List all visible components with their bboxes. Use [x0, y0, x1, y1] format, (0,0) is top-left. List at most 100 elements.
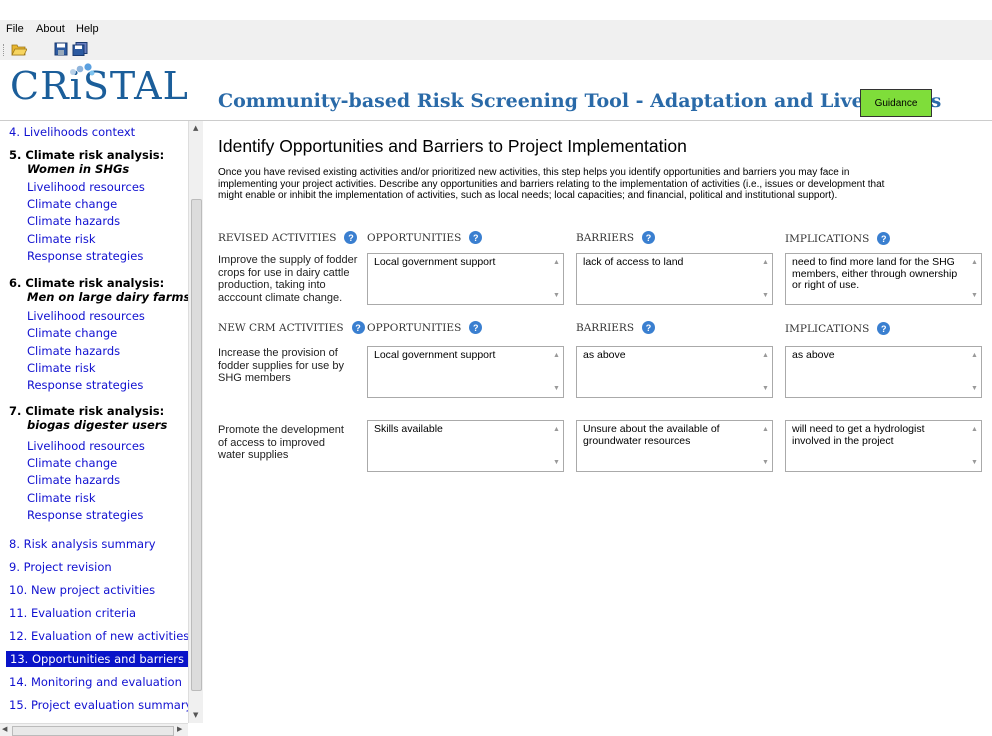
sidebar-item-risk-analysis-summary[interactable]: 8. Risk analysis summary [9, 537, 156, 551]
sidebar-item-evaluation-criteria[interactable]: 11. Evaluation criteria [9, 606, 136, 620]
opportunities-textarea[interactable]: Local government support ▲ ▼ [367, 346, 564, 398]
sidebar-item-climate-risk[interactable]: Climate risk [27, 491, 95, 505]
sidebar-item-climate-change[interactable]: Climate change [27, 456, 117, 470]
barriers-value: Unsure about the available of groundwate… [583, 423, 720, 447]
new-crm-activities-header: NEW CRM ACTIVITIES ? [218, 321, 365, 334]
implications-textarea[interactable]: as above ▲ ▼ [785, 346, 982, 398]
sidebar-horizontal-scrollbar[interactable]: ◀ ▶ [0, 723, 188, 736]
barriers-label: BARRIERS [576, 231, 635, 244]
sidebar-item-new-project-activities[interactable]: 10. New project activities [9, 583, 155, 597]
app-title: Community-based Risk Screening Tool - Ad… [218, 90, 942, 112]
implications-header: IMPLICATIONS ? [785, 232, 891, 245]
menu-about[interactable]: About [36, 23, 65, 35]
implications-label: IMPLICATIONS [785, 322, 870, 335]
sidebar-vertical-scrollbar[interactable]: ▲ ▼ [188, 121, 203, 723]
textarea-scrollbar[interactable]: ▲ ▼ [968, 254, 981, 304]
implications-header: IMPLICATIONS ? [785, 322, 891, 335]
implications-value: will need to get a hydrologist involved … [792, 423, 925, 447]
cristal-logo: CRiSTAL [10, 64, 189, 108]
sidebar-item-livelihood-resources[interactable]: Livelihood resources [27, 180, 145, 194]
textarea-scrollbar[interactable]: ▲ ▼ [759, 254, 772, 304]
sidebar-item-climate-risk[interactable]: Climate risk [27, 361, 95, 375]
sidebar-nav: 4. Livelihoods context 5. Climate risk a… [0, 121, 189, 721]
help-icon[interactable]: ? [469, 321, 483, 334]
sidebar-item-response-strategies[interactable]: Response strategies [27, 249, 143, 263]
menu-file[interactable]: File [6, 23, 24, 35]
sidebar-section-5-heading: 5. Climate risk analysis: [9, 148, 165, 162]
sidebar-item-climate-change[interactable]: Climate change [27, 197, 117, 211]
barriers-value: lack of access to land [583, 256, 684, 268]
sidebar-item-response-strategies[interactable]: Response strategies [27, 508, 143, 522]
window-top-area [0, 0, 992, 20]
sidebar-section-7-subheading: biogas digester users [27, 418, 168, 432]
sidebar-item-climate-change[interactable]: Climate change [27, 326, 117, 340]
sidebar-item-opportunities-and-barriers[interactable]: 13. Opportunities and barriers [6, 651, 188, 667]
textarea-scrollbar[interactable]: ▲ ▼ [968, 347, 981, 397]
sidebar-section-6-heading: 6. Climate risk analysis: [9, 276, 165, 290]
barriers-textarea[interactable]: as above ▲ ▼ [576, 346, 773, 398]
revised-activities-label: REVISED ACTIVITIES [218, 231, 337, 244]
sidebar-item-climate-hazards[interactable]: Climate hazards [27, 214, 120, 228]
textarea-scrollbar[interactable]: ▲ ▼ [550, 254, 563, 304]
opportunities-header: OPPORTUNITIES ? [367, 231, 483, 244]
scroll-left-icon[interactable]: ◀ [2, 725, 7, 733]
save-all-icon[interactable] [71, 41, 89, 57]
help-icon[interactable]: ? [877, 322, 891, 335]
textarea-scrollbar[interactable]: ▲ ▼ [759, 421, 772, 471]
textarea-scrollbar[interactable]: ▲ ▼ [968, 421, 981, 471]
new-crm-activity-text: Promote the development of access to imp… [218, 424, 344, 461]
opportunities-textarea[interactable]: Local government support ▲ ▼ [367, 253, 564, 305]
barriers-header: BARRIERS ? [576, 321, 656, 334]
opportunities-value: Local government support [374, 256, 496, 268]
opportunities-textarea[interactable]: Skills available ▲ ▼ [367, 420, 564, 472]
opportunities-label: OPPORTUNITIES [367, 231, 462, 244]
scroll-down-icon[interactable]: ▼ [193, 711, 198, 719]
opportunities-header: OPPORTUNITIES ? [367, 321, 483, 334]
sidebar-item-response-strategies[interactable]: Response strategies [27, 378, 143, 392]
logo-dots [68, 62, 98, 79]
sidebar-section-6-subheading: Men on large dairy farms [27, 290, 189, 304]
open-folder-icon[interactable] [10, 41, 28, 57]
sidebar-item-climate-hazards[interactable]: Climate hazards [27, 344, 120, 358]
textarea-scrollbar[interactable]: ▲ ▼ [550, 421, 563, 471]
barriers-textarea[interactable]: Unsure about the available of groundwate… [576, 420, 773, 472]
sidebar-scroll-thumb[interactable] [191, 199, 202, 691]
revised-activity-text: Improve the supply of fodder crops for u… [218, 254, 358, 304]
sidebar-item-monitoring-and-evaluation[interactable]: 14. Monitoring and evaluation [9, 675, 182, 689]
help-icon[interactable]: ? [877, 232, 891, 245]
help-icon[interactable]: ? [469, 231, 483, 244]
help-icon[interactable]: ? [642, 321, 656, 334]
sidebar-item-evaluation-of-new-activities[interactable]: 12. Evaluation of new activities [9, 629, 188, 643]
sidebar-item-project-revision[interactable]: 9. Project revision [9, 560, 112, 574]
save-icon[interactable] [52, 41, 70, 57]
opportunities-value: Skills available [374, 423, 443, 435]
implications-textarea[interactable]: will need to get a hydrologist involved … [785, 420, 982, 472]
implications-textarea[interactable]: need to find more land for the SHG membe… [785, 253, 982, 305]
barriers-label: BARRIERS [576, 321, 635, 334]
sidebar-item-livelihoods-context[interactable]: 4. Livelihoods context [9, 125, 135, 139]
textarea-scrollbar[interactable]: ▲ ▼ [759, 347, 772, 397]
textarea-scrollbar[interactable]: ▲ ▼ [550, 347, 563, 397]
sidebar-item-climate-hazards[interactable]: Climate hazards [27, 473, 120, 487]
help-icon[interactable]: ? [351, 321, 365, 334]
barriers-header: BARRIERS ? [576, 231, 656, 244]
help-icon[interactable]: ? [642, 231, 656, 244]
menu-help[interactable]: Help [76, 23, 99, 35]
sidebar-item-livelihood-resources[interactable]: Livelihood resources [27, 439, 145, 453]
sidebar-item-project-evaluation-summary[interactable]: 15. Project evaluation summary [9, 698, 188, 712]
help-icon[interactable]: ? [344, 231, 358, 244]
barriers-textarea[interactable]: lack of access to land ▲ ▼ [576, 253, 773, 305]
toolbar-grip [3, 44, 6, 56]
implications-label: IMPLICATIONS [785, 232, 870, 245]
implications-value: need to find more land for the SHG membe… [792, 256, 958, 291]
barriers-value: as above [583, 349, 626, 361]
toolbar [0, 40, 992, 60]
scroll-right-icon[interactable]: ▶ [177, 725, 182, 733]
scroll-up-icon[interactable]: ▲ [193, 124, 198, 132]
intro-text: Once you have revised existing activitie… [218, 167, 885, 201]
guidance-button[interactable]: Guidance [860, 89, 932, 117]
revised-activities-header: REVISED ACTIVITIES ? [218, 231, 358, 244]
sidebar-item-livelihood-resources[interactable]: Livelihood resources [27, 309, 145, 323]
sidebar-item-climate-risk[interactable]: Climate risk [27, 232, 95, 246]
menu-bar: File About Help [0, 20, 992, 40]
